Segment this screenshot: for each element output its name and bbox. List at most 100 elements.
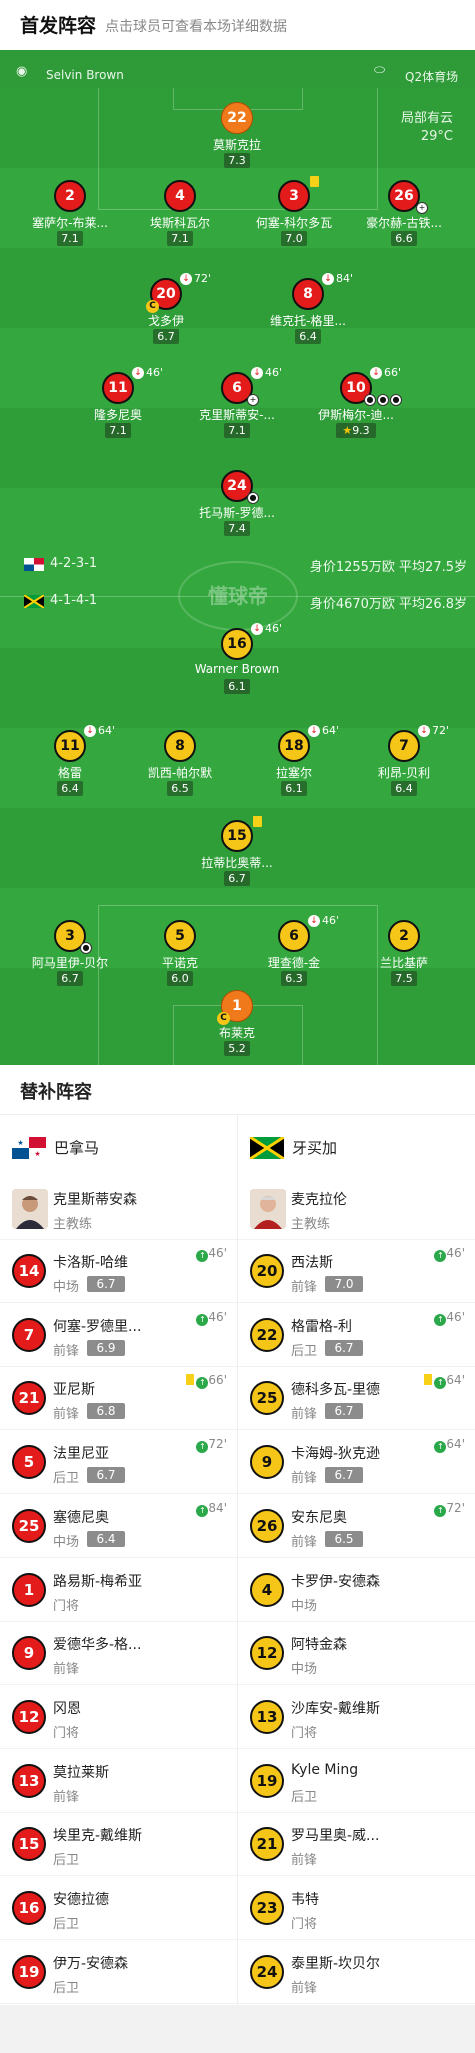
sub-player-row[interactable]: 19 伊万-安德森 后卫: [0, 1941, 237, 2004]
away-coach[interactable]: 麦克拉伦 主教练: [238, 1177, 475, 1240]
away-player-cm2[interactable]: 18 ↓ 64' 拉塞尔 6.1: [244, 724, 344, 798]
player-name: 德科多瓦-里德: [291, 1382, 381, 1399]
player-name: 托马斯-罗德...: [199, 506, 275, 520]
sub-in-icon: ↑: [196, 1377, 209, 1390]
player-rating: 6.7: [87, 1467, 125, 1484]
away-player-cm1[interactable]: 8 凯西-帕尔默 6.5: [130, 730, 230, 798]
sub-player-row[interactable]: 19 Kyle Ming 后卫: [238, 1750, 475, 1813]
home-player-gk[interactable]: 22 莫斯克拉 7.3: [187, 102, 287, 170]
away-player-gk[interactable]: 1 C 布莱克 5.2: [187, 990, 287, 1058]
sub-in-icon: ↑: [196, 1504, 209, 1517]
sub-player-row[interactable]: 14 卡洛斯-哈维 中场 6.7 ↑ 46': [0, 1240, 237, 1303]
sub-player-row[interactable]: 9 卡海姆-狄克逊 前锋 6.7 ↑ 64': [238, 1431, 475, 1495]
sub-in-info: ↑ 72': [196, 1437, 227, 1454]
home-player-rb[interactable]: 2 塞萨尔-布莱... 7.1: [20, 180, 120, 248]
player-name: 阿马里伊-贝尔: [31, 956, 109, 970]
player-name: 隆多尼奥: [93, 408, 142, 422]
temperature: 29°C: [420, 129, 453, 144]
sub-player-row[interactable]: 21 亚尼斯 前锋 6.8 ↑ 66': [0, 1367, 237, 1431]
sub-in-minute: 46': [446, 1246, 465, 1260]
sub-out-icon: ↓: [132, 367, 144, 379]
player-rating: 6.4: [391, 781, 417, 796]
player-position: 后卫: [53, 1917, 80, 1932]
player-rating: 6.7: [57, 971, 83, 986]
player-name: 格雷格-利: [291, 1318, 353, 1335]
sub-in-minute: 66': [208, 1373, 227, 1388]
sub-player-row[interactable]: 23 韦特 门将: [238, 1877, 475, 1940]
sub-player-row[interactable]: 16 安德拉德 后卫: [0, 1877, 237, 1940]
player-name: 埃斯科瓦尔: [149, 216, 210, 230]
player-position: 前锋: [291, 1853, 318, 1869]
player-position: 中场: [291, 1662, 318, 1678]
home-player-dm1[interactable]: 20 ↓ 72' C 戈多伊 6.7: [116, 272, 216, 346]
player-number: 4: [164, 180, 196, 212]
sub-player-row[interactable]: 5 法里尼亚 后卫 6.7 ↑ 72': [0, 1431, 237, 1495]
home-player-st[interactable]: 24 ● 托马斯-罗德... 7.4: [187, 470, 287, 538]
away-formation: 4-1-4-1: [50, 593, 98, 608]
away-player-cb2[interactable]: 6 ↓ 46' 理查德-金 6.3: [244, 914, 344, 988]
sub-player-row[interactable]: 12 冈恩 门将: [0, 1686, 237, 1749]
player-number: 21: [250, 1827, 284, 1862]
sub-in-icon: ↑: [434, 1441, 447, 1454]
player-number: 5: [164, 920, 196, 952]
sub-player-row[interactable]: 13 莫拉莱斯 前锋: [0, 1750, 237, 1813]
home-player-dm2[interactable]: 8 ↓ 84' 维克托-格里... 6.4: [258, 272, 358, 346]
player-name: 拉蒂比奥蒂...: [201, 856, 273, 870]
player-number: 4: [250, 1572, 284, 1607]
away-team-name: 牙买加: [292, 1139, 338, 1157]
sub-player-row[interactable]: 26 安东尼奥 前锋 6.5 ↑ 72': [238, 1495, 475, 1558]
subs-title: 替补阵容: [20, 1082, 92, 1103]
player-name: 豪尔赫-古铁...: [366, 216, 442, 230]
player-name: 拉塞尔: [275, 766, 312, 780]
sub-player-row[interactable]: 22 格雷格-利 后卫 6.7 ↑ 46': [238, 1304, 475, 1367]
sub-player-row[interactable]: 12 阿特金森 中场: [238, 1622, 475, 1686]
sub-player-row[interactable]: 20 西法斯 前锋 7.0 ↑ 46': [238, 1240, 475, 1303]
player-number: 21: [12, 1381, 46, 1416]
home-coach[interactable]: 克里斯蒂安森 主教练: [0, 1177, 237, 1240]
player-name: 兰比基萨: [379, 956, 428, 970]
sub-player-row[interactable]: 1 路易斯-梅希亚 门将: [0, 1559, 237, 1622]
referee-name: Selvin Brown: [46, 68, 124, 82]
sub-out-icon: ↓: [180, 273, 192, 285]
away-player-cb1[interactable]: 5 平诺克 6.0: [130, 920, 230, 988]
away-player-st[interactable]: 16 ↓ 46' Warner Brown 6.1: [187, 622, 287, 696]
sub-player-row[interactable]: 21 罗马里奥-威... 前锋: [238, 1813, 475, 1877]
player-name: 安德拉德: [53, 1892, 109, 1908]
player-number: 12: [12, 1699, 46, 1734]
jamaica-flag-icon: [24, 595, 44, 608]
sub-player-row[interactable]: 15 埃里克-戴维斯 后卫: [0, 1813, 237, 1877]
home-player-cb1[interactable]: 4 埃斯科瓦尔 7.1: [130, 180, 230, 248]
player-name: 凯西-帕尔默: [147, 766, 213, 780]
away-player-rb[interactable]: 2 兰比基萨 7.5: [354, 920, 454, 988]
svg-text:★: ★: [17, 1139, 23, 1147]
away-player-rm[interactable]: 7 ↓ 72' 利昂-贝利 6.4: [354, 724, 454, 798]
lineup-title: 首发阵容: [20, 15, 97, 37]
sub-player-row[interactable]: 25 塞德尼奥 中场 6.4 ↑ 84': [0, 1495, 237, 1558]
sub-player-row[interactable]: 13 沙库安-戴维斯 门将: [238, 1686, 475, 1749]
player-position: 前锋: [291, 1280, 318, 1295]
home-player-am1[interactable]: 11 ↓ 46' 隆多尼奥 7.1: [68, 366, 168, 440]
sub-player-row[interactable]: 24 泰里斯-坎贝尔 前锋: [238, 1941, 475, 2004]
player-rating: 6.5: [325, 1530, 363, 1547]
home-player-lb[interactable]: 26 + 豪尔赫-古铁... 6.6: [354, 180, 454, 248]
home-player-am3[interactable]: 10 ↓ 66' ● ● ● 伊斯梅尔-迪... ★9.3: [306, 366, 406, 440]
home-player-cb2[interactable]: 3 何塞-科尔多瓦 7.0: [244, 176, 344, 248]
player-position: 门将: [53, 1598, 80, 1614]
sub-out-icon: ↓: [251, 623, 263, 635]
player-rating: 6.4: [295, 329, 321, 344]
sub-player-row[interactable]: 4 卡罗伊-安德森 中场: [238, 1559, 475, 1622]
away-player-lb[interactable]: 3 ● 阿马里伊-贝尔 6.7: [20, 920, 120, 988]
sub-player-row[interactable]: 25 德科多瓦-里德 前锋 6.7 ↑ 64': [238, 1367, 475, 1431]
player-number: 11: [102, 372, 134, 404]
player-name: 克里斯蒂安-...: [199, 408, 275, 422]
away-player-dm[interactable]: 15 拉蒂比奥蒂... 6.7: [187, 816, 287, 888]
away-player-lm[interactable]: 11 ↓ 64' 格雷 6.4: [20, 724, 120, 798]
sub-minute: 66': [384, 366, 402, 379]
sub-player-row[interactable]: 7 何塞-罗德里... 前锋 6.9 ↑ 46': [0, 1304, 237, 1367]
player-position: 前锋: [291, 1407, 318, 1423]
player-number: 9: [12, 1636, 46, 1671]
player-rating: 6.7: [224, 871, 250, 886]
sub-player-row[interactable]: 9 爱德华多-格... 前锋: [0, 1622, 237, 1686]
home-player-am2[interactable]: 6 ↓ 46' + 克里斯蒂安-... 7.1: [187, 366, 287, 440]
player-name: 阿特金森: [291, 1637, 347, 1654]
